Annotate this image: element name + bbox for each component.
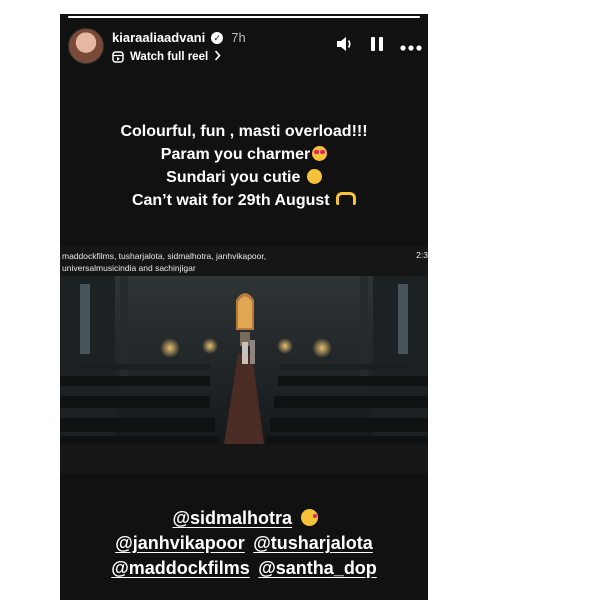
mention-row: @sidmalhotra xyxy=(60,508,428,529)
mention-santha-dop[interactable]: @santha_dop xyxy=(256,558,379,579)
story-header: kiaraaliaadvani ✓ 7h Watch full reel xyxy=(60,22,428,70)
kissing-face-emoji-icon xyxy=(300,509,318,526)
mention-row: @maddockfilms @santha_dop xyxy=(60,558,428,579)
caption-line: Can’t wait for 29th August xyxy=(60,189,428,212)
avatar[interactable] xyxy=(68,28,104,64)
mention-tusharjalota[interactable]: @tusharjalota xyxy=(251,533,375,554)
story-progress-bar xyxy=(68,16,420,18)
hugging-face-emoji-icon xyxy=(306,169,322,184)
post-credits: maddockfilms, tusharjalota, sidmalhotra,… xyxy=(62,251,267,273)
story-caption: Colourful, fun , masti overload!!! Param… xyxy=(60,120,428,212)
mention-row: @janhvikapoor @tusharjalota xyxy=(60,533,428,554)
mention-maddockfilms[interactable]: @maddockfilms xyxy=(109,558,252,579)
watch-full-reel-label: Watch full reel xyxy=(130,51,209,63)
chevron-right-icon xyxy=(214,50,221,64)
instagram-story[interactable]: kiaraaliaadvani ✓ 7h Watch full reel Col… xyxy=(60,14,428,600)
story-controls xyxy=(336,36,422,57)
post-duration: 2:3 xyxy=(416,250,428,260)
more-icon[interactable] xyxy=(400,38,422,56)
heart-hands-emoji-icon xyxy=(336,192,357,205)
caption-line: Sundari you cutie xyxy=(60,166,428,189)
username[interactable]: kiaraaliaadvani xyxy=(112,30,205,45)
heart-eyes-emoji-icon xyxy=(312,146,328,161)
caption-line: Colourful, fun , masti overload!!! xyxy=(120,123,368,140)
volume-icon[interactable] xyxy=(336,36,354,57)
watch-full-reel-link[interactable]: Watch full reel xyxy=(112,50,221,64)
shared-reel-post[interactable]: maddockfilms, tusharjalota, sidmalhotra,… xyxy=(60,246,428,474)
reel-icon xyxy=(112,51,124,63)
verified-badge-icon: ✓ xyxy=(211,31,224,44)
pause-icon[interactable] xyxy=(370,36,384,57)
mention-sidmalhotra[interactable]: @sidmalhotra xyxy=(170,508,294,529)
story-progress-fill xyxy=(68,16,420,18)
mention-janhvikapoor[interactable]: @janhvikapoor xyxy=(113,533,247,554)
church-scene-image xyxy=(60,276,428,444)
story-user-row: kiaraaliaadvani ✓ 7h xyxy=(112,30,246,45)
time-ago: 7h xyxy=(231,30,246,45)
caption-line: Param you charmer xyxy=(60,143,428,166)
mentions: @sidmalhotra @janhvikapoor @tusharjalota… xyxy=(60,508,428,583)
